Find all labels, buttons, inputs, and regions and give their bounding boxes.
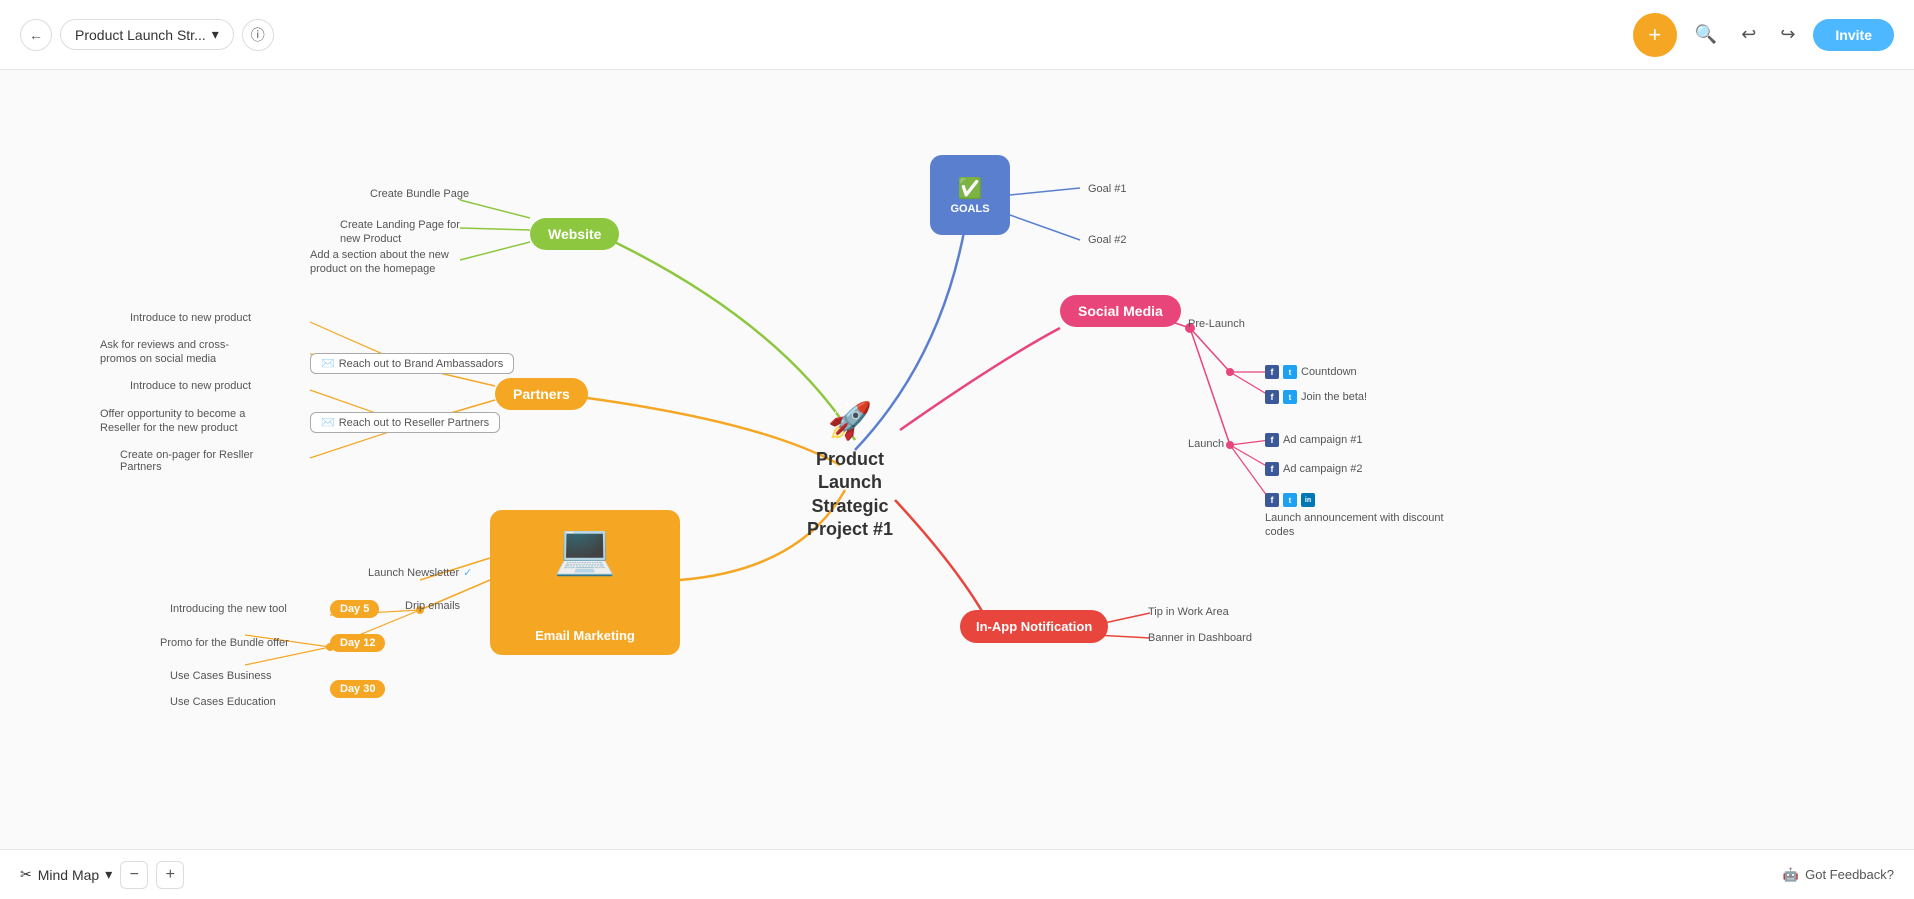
reseller-item-2: Offer opportunity to become a Reseller f… xyxy=(100,407,255,436)
reseller-item-1: Introduce to new product xyxy=(130,380,251,392)
back-button[interactable]: ← xyxy=(20,19,52,51)
center-title: Product Launch Strategic Project #1 xyxy=(790,448,910,542)
sm-ad1: f Ad campaign #1 xyxy=(1265,433,1363,447)
drip-item-3-label: Use Cases Business xyxy=(170,670,272,682)
mindmap-canvas[interactable]: 🚀 Product Launch Strategic Project #1 ✅ … xyxy=(0,70,1914,849)
reseller-item-3: Create on-pager for Resller Partners xyxy=(120,449,275,473)
feedback-button[interactable]: 🤖 Got Feedback? xyxy=(1783,867,1894,883)
zoom-in-button[interactable]: + xyxy=(156,861,184,889)
twitter-icon: t xyxy=(1283,365,1297,379)
mindmap-mode-button[interactable]: ✂ Mind Map ▾ xyxy=(20,866,112,883)
goal1-text: Goal #1 xyxy=(1088,183,1127,195)
website-item-3: Add a section about the new product on t… xyxy=(310,248,455,277)
scissors-icon: ✂ xyxy=(20,866,32,883)
drip-emails-text: Drip emails xyxy=(405,600,460,612)
drip-item-2-label: Promo for the Bundle offer xyxy=(160,637,289,649)
goals-node[interactable]: ✅ GOALS xyxy=(930,155,1010,235)
facebook-icon: f xyxy=(1265,462,1279,476)
sm-ad2: f Ad campaign #2 xyxy=(1265,462,1363,476)
header: ← Product Launch Str... ▾ ⓘ + 🔍 ↩ ↪ Invi… xyxy=(0,0,1914,70)
facebook-icon: f xyxy=(1265,433,1279,447)
partners-node[interactable]: Partners xyxy=(495,378,588,410)
inapp-item-2: Banner in Dashboard xyxy=(1148,632,1252,644)
launch-newsletter-text: Launch Newsletter ✓ xyxy=(368,566,472,579)
feedback-label: Got Feedback? xyxy=(1805,867,1894,882)
website-node[interactable]: Website xyxy=(530,218,619,250)
search-button[interactable]: 🔍 xyxy=(1689,18,1723,51)
twitter-icon: t xyxy=(1283,390,1297,404)
project-title-text: Product Launch Str... xyxy=(75,27,206,43)
reseller-icon: ✉️ xyxy=(321,416,335,429)
website-label: Website xyxy=(548,226,601,242)
info-button[interactable]: ⓘ xyxy=(242,19,274,51)
inapp-item-1: Tip in Work Area xyxy=(1148,606,1229,618)
drip-tag-1: Day 5 xyxy=(330,600,379,618)
facebook-icon: f xyxy=(1265,365,1279,379)
goals-label: GOALS xyxy=(950,203,989,215)
invite-button[interactable]: Invite xyxy=(1813,19,1894,51)
header-left: ← Product Launch Str... ▾ ⓘ xyxy=(20,19,274,51)
bottom-toolbar: ✂ Mind Map ▾ − + 🤖 Got Feedback? xyxy=(0,849,1914,899)
rocket-icon: 🚀 xyxy=(790,400,910,442)
social-media-node[interactable]: Social Media xyxy=(1060,295,1181,327)
website-item-1: Create Bundle Page xyxy=(370,188,469,200)
facebook-icon: f xyxy=(1265,493,1279,507)
chevron-down-icon: ▾ xyxy=(212,26,219,43)
goals-icon: ✅ xyxy=(958,176,983,201)
undo-button[interactable]: ↩ xyxy=(1735,18,1762,51)
header-right: + 🔍 ↩ ↪ Invite xyxy=(1633,13,1894,57)
goal2-text: Goal #2 xyxy=(1088,234,1127,246)
chevron-down-icon: ▾ xyxy=(105,866,112,883)
add-button[interactable]: + xyxy=(1633,13,1677,57)
partners-label: Partners xyxy=(513,386,570,402)
drip-tag-2: Day 12 xyxy=(330,634,385,652)
facebook-icon: f xyxy=(1265,390,1279,404)
redo-button[interactable]: ↪ xyxy=(1774,18,1801,51)
twitter-icon: t xyxy=(1283,493,1297,507)
sm-beta: f t Join the beta! xyxy=(1265,390,1367,404)
drip-item-1-label: Introducing the new tool xyxy=(170,603,287,615)
email-label: Email Marketing xyxy=(535,628,635,643)
brand-item-2: Ask for reviews and cross-promos on soci… xyxy=(100,338,260,367)
center-node: 🚀 Product Launch Strategic Project #1 xyxy=(790,400,910,542)
drip-tag-3: Day 30 xyxy=(330,680,385,698)
sm-announcement: f t in Launch announcement with discount… xyxy=(1265,493,1465,540)
zoom-out-button[interactable]: − xyxy=(120,861,148,889)
website-item-2: Create Landing Page for new Product xyxy=(340,218,470,247)
drip-item-4-label: Use Cases Education xyxy=(170,696,276,708)
reseller-box: ✉️ Reach out to Reseller Partners xyxy=(310,412,500,433)
linkedin-icon: in xyxy=(1301,493,1315,507)
brand-item-1: Introduce to new product xyxy=(130,312,251,324)
inapp-label: In-App Notification xyxy=(976,619,1092,634)
project-title-button[interactable]: Product Launch Str... ▾ xyxy=(60,19,234,50)
mindmap-label: Mind Map xyxy=(38,867,99,883)
inapp-node[interactable]: In-App Notification xyxy=(960,610,1108,643)
pre-launch-label: Pre-Launch xyxy=(1188,318,1245,330)
bottom-left: ✂ Mind Map ▾ − + xyxy=(20,861,184,889)
brand-ambassador-icon: ✉️ xyxy=(321,357,335,370)
brand-ambassador-box: ✉️ Reach out to Brand Ambassadors xyxy=(310,353,514,374)
email-marketing-node[interactable]: 💻 Email Marketing xyxy=(490,510,680,655)
launch-label: Launch xyxy=(1188,438,1224,450)
sm-countdown: f t Countdown xyxy=(1265,365,1357,379)
social-media-label: Social Media xyxy=(1078,303,1163,319)
feedback-icon: 🤖 xyxy=(1783,867,1799,883)
